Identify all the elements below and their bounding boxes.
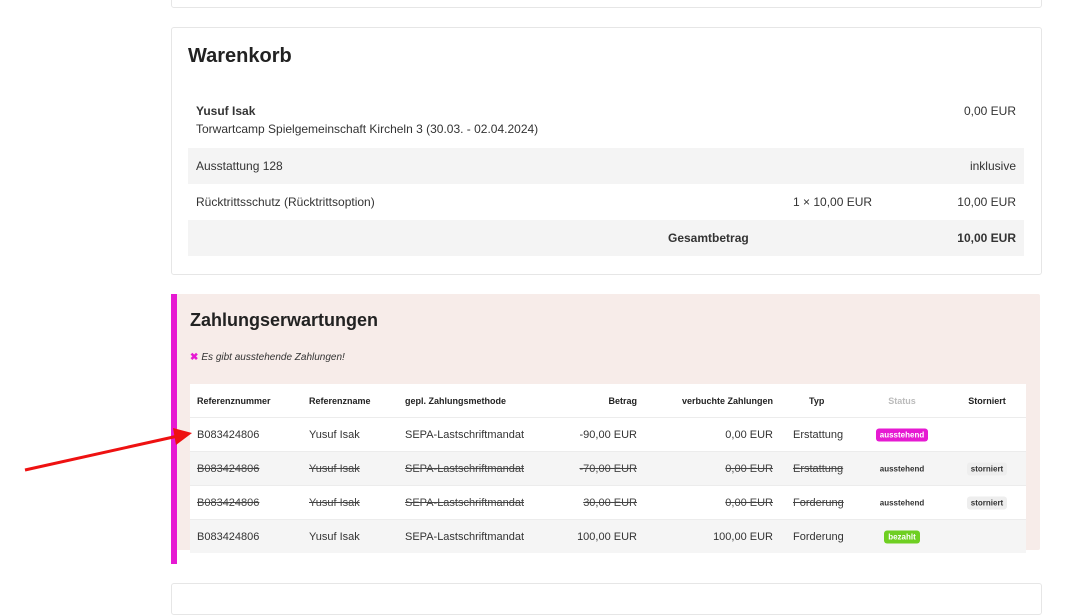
annotation-arrow-icon — [24, 428, 192, 472]
